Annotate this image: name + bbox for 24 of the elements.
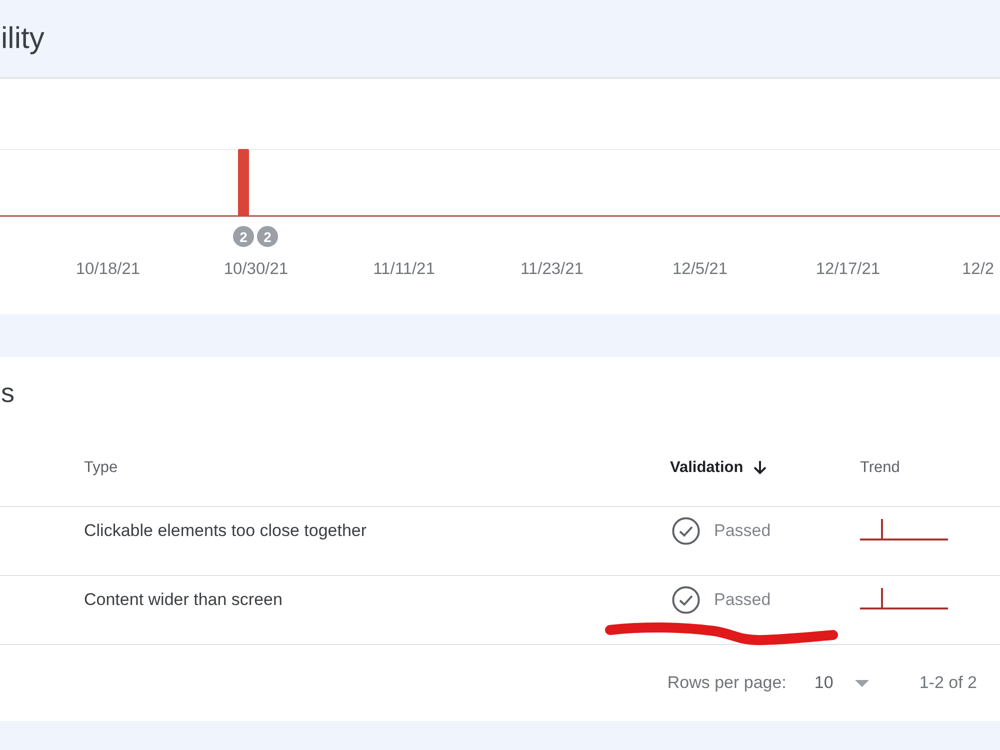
axis-label: 11/11/21	[373, 259, 435, 279]
chart-bar	[238, 149, 249, 216]
rows-per-page-label: Rows per page:	[667, 672, 786, 694]
column-header[interactable]: Validation	[670, 456, 768, 479]
issue-type: Clickable elements too close together	[84, 521, 367, 540]
sort-arrow-icon	[753, 460, 768, 475]
axis-label: 10/18/21	[76, 259, 140, 279]
pagination-range: 1-2 of 2	[919, 672, 977, 694]
column-header[interactable]: Trend	[860, 456, 900, 479]
rows-per-page-select[interactable]: 10	[814, 666, 870, 700]
validation-status: Passed	[714, 520, 771, 542]
axis-label: 12/2	[962, 259, 994, 279]
check-circle-icon	[672, 517, 700, 545]
column-header[interactable]: Type	[84, 456, 118, 479]
axis-label: 12/5/21	[672, 259, 728, 279]
axis-label: 10/30/21	[224, 259, 288, 279]
section-title: s	[1, 376, 14, 410]
validation-status: Passed	[714, 589, 771, 612]
dropdown-caret-icon	[855, 680, 870, 686]
issue-type: Content wider than screen	[84, 590, 282, 609]
check-circle-icon	[672, 586, 700, 614]
axis-label: 11/23/21	[520, 259, 584, 279]
page-title: ility	[0, 24, 44, 54]
axis-label: 12/17/21	[816, 259, 880, 279]
